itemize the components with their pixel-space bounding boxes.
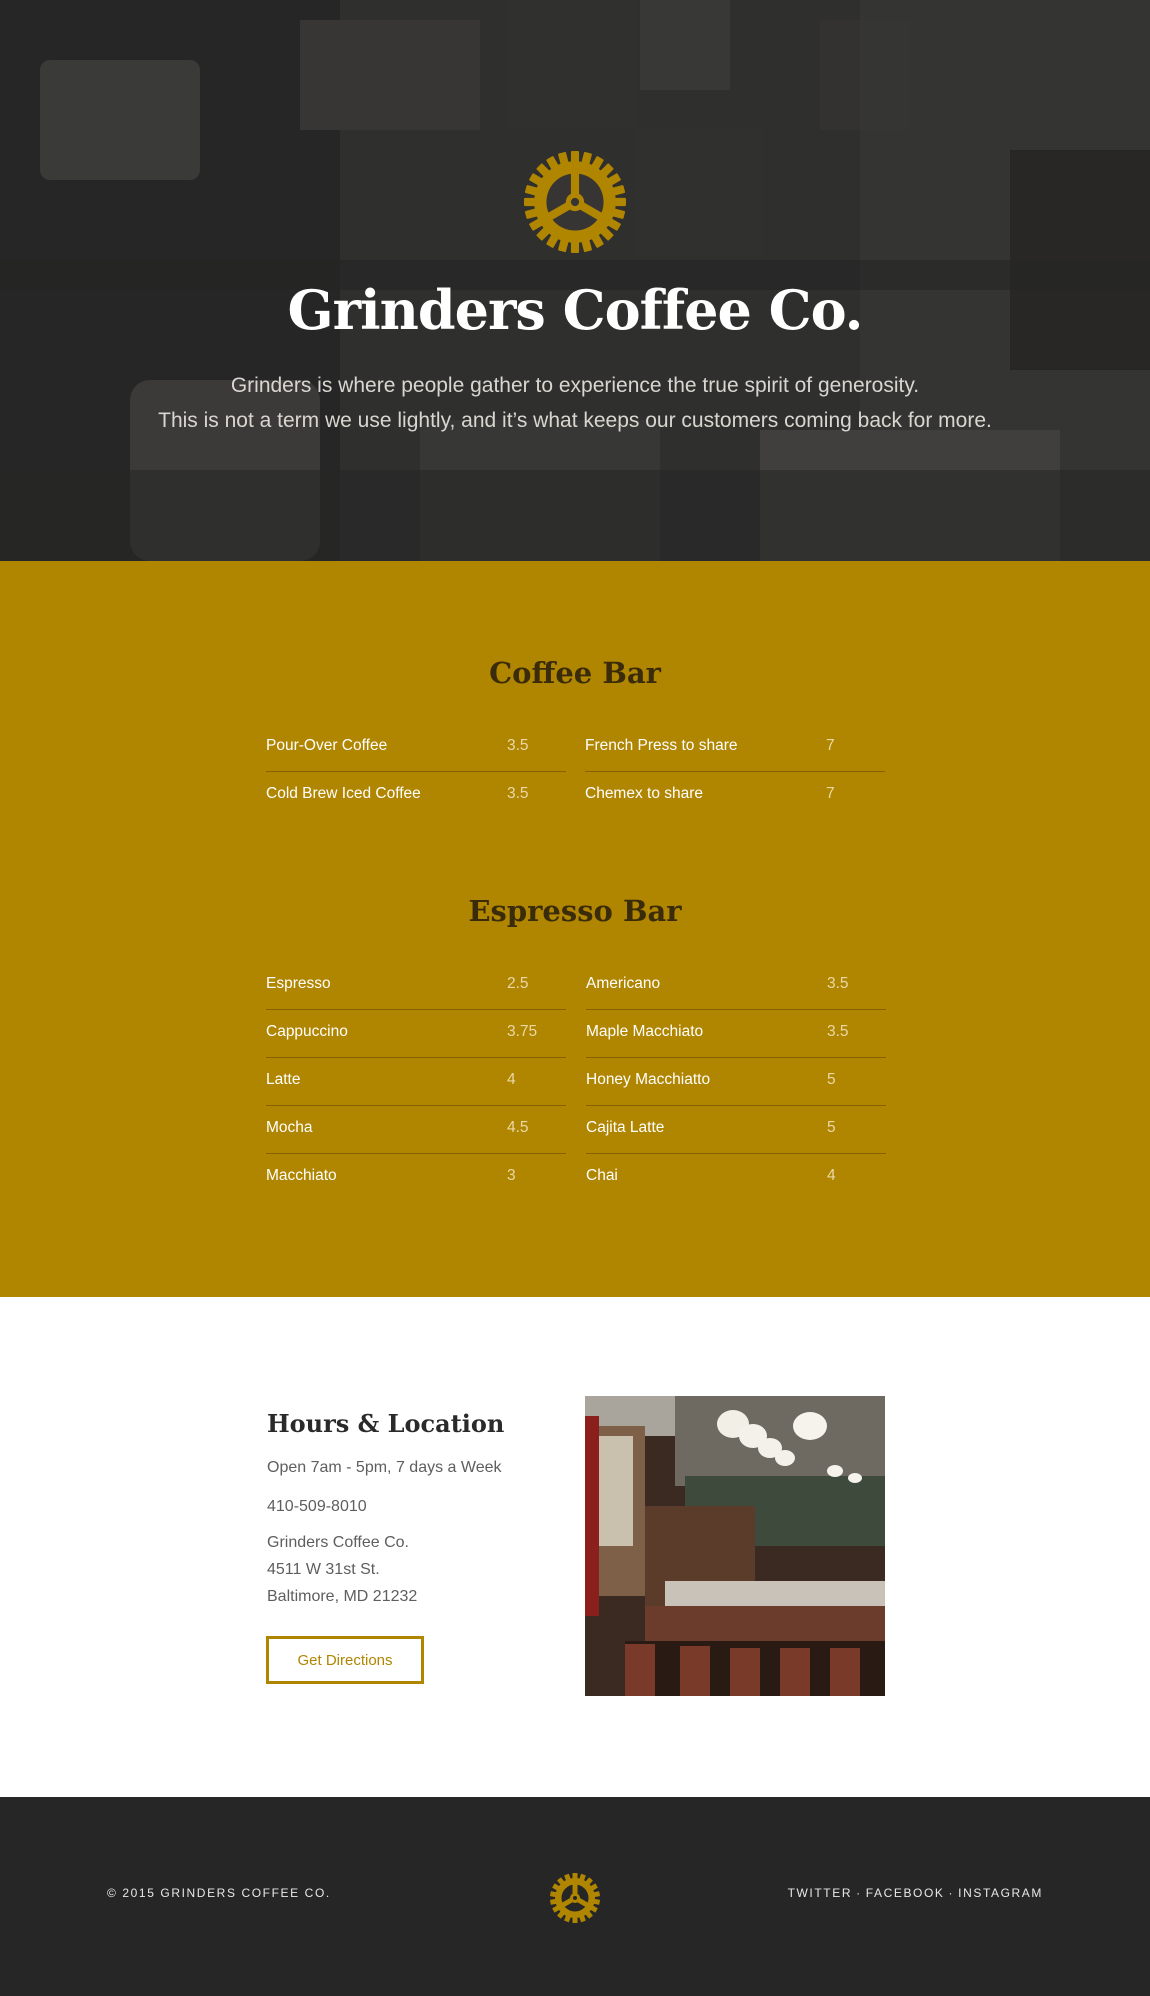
menu-item-name: French Press to share <box>585 737 738 754</box>
menu-section: Coffee Bar Pour-Over Coffee 3.5 Cold Bre… <box>0 561 1150 1297</box>
menu-item-name: Cold Brew Iced Coffee <box>266 785 421 802</box>
menu-item-price: 3 <box>507 1167 516 1184</box>
menu-item-price: 3.5 <box>507 785 529 802</box>
menu-item-price: 7 <box>826 737 835 754</box>
menu-item: Macchiato 3 <box>266 1154 566 1202</box>
gear-icon <box>550 1873 600 1923</box>
coffee-bar-left-column: Pour-Over Coffee 3.5 Cold Brew Iced Coff… <box>266 724 566 820</box>
menu-item: Honey Macchiatto 5 <box>586 1058 886 1106</box>
menu-item-name: Cappuccino <box>266 1023 348 1040</box>
instagram-link[interactable]: INSTAGRAM <box>958 1886 1043 1900</box>
menu-item: Cajita Latte 5 <box>586 1106 886 1154</box>
menu-item-name: Chemex to share <box>585 785 704 802</box>
copyright-text: © 2015 GRINDERS COFFEE CO. <box>107 1886 331 1900</box>
menu-item: Chemex to share 7 <box>585 772 885 820</box>
menu-item-price: 7 <box>826 785 835 802</box>
espresso-bar-right-column: Americano 3.5 Maple Macchiato 3.5 Honey … <box>586 962 886 1202</box>
menu-item: Chai 4 <box>586 1154 886 1202</box>
espresso-bar-heading: Espresso Bar <box>468 894 682 928</box>
menu-item-price: 3.5 <box>507 737 529 754</box>
menu-item-price: 5 <box>827 1119 836 1136</box>
gear-icon <box>524 151 626 253</box>
hours-heading: Hours & Location <box>267 1409 505 1438</box>
menu-item-price: 5 <box>827 1071 836 1088</box>
opening-hours: Open 7am - 5pm, 7 days a Week <box>267 1459 502 1476</box>
hero-section: Grinders Coffee Co. Grinders is where pe… <box>0 0 1150 561</box>
social-links: TWITTER · FACEBOOK · INSTAGRAM <box>788 1886 1043 1900</box>
menu-item-name: Cajita Latte <box>586 1119 665 1136</box>
site-footer: © 2015 GRINDERS COFFEE CO. TWITTER · FAC… <box>0 1797 1150 1996</box>
menu-item-name: Chai <box>586 1167 618 1184</box>
hero-description: Grinders is where people gather to exper… <box>0 368 1150 438</box>
link-separator: · <box>948 1886 955 1900</box>
menu-item-price: 4.5 <box>507 1119 529 1136</box>
menu-item-price: 3.5 <box>827 975 849 992</box>
hero-description-line-1: Grinders is where people gather to exper… <box>230 374 920 397</box>
menu-item: Mocha 4.5 <box>266 1106 566 1154</box>
menu-item-name: Pour-Over Coffee <box>266 737 388 754</box>
menu-item: Espresso 2.5 <box>266 962 566 1010</box>
menu-item-price: 4 <box>827 1167 836 1184</box>
menu-item-name: Americano <box>586 975 661 992</box>
menu-item-price: 4 <box>507 1071 516 1088</box>
link-separator: · <box>856 1886 862 1900</box>
menu-item: Cappuccino 3.75 <box>266 1010 566 1058</box>
menu-item-name: Macchiato <box>266 1167 337 1184</box>
get-directions-button[interactable]: Get Directions <box>266 1636 424 1684</box>
menu-item-name: Honey Macchiatto <box>586 1071 711 1088</box>
menu-item-price: 3.75 <box>507 1023 538 1040</box>
coffee-bar-right-column: French Press to share 7 Chemex to share … <box>585 724 885 820</box>
menu-item: Americano 3.5 <box>586 962 886 1010</box>
address-line: Grinders Coffee Co. <box>267 1534 409 1551</box>
espresso-bar-left-column: Espresso 2.5 Cappuccino 3.75 Latte 4 Moc… <box>266 962 566 1202</box>
menu-item: Maple Macchiato 3.5 <box>586 1010 886 1058</box>
coffee-bar-heading: Coffee Bar <box>489 656 661 690</box>
cafe-interior-photo <box>585 1396 885 1696</box>
address-line: Baltimore, MD 21232 <box>267 1588 418 1605</box>
twitter-link[interactable]: TWITTER <box>788 1886 853 1900</box>
menu-item-price: 2.5 <box>507 975 529 992</box>
menu-item-name: Mocha <box>266 1119 313 1136</box>
hero-description-line-2: This is not a term we use lightly, and i… <box>158 409 992 432</box>
menu-item: Latte 4 <box>266 1058 566 1106</box>
menu-item-name: Maple Macchiato <box>586 1023 704 1040</box>
facebook-link[interactable]: FACEBOOK <box>866 1886 945 1900</box>
address-line: 4511 W 31st St. <box>267 1561 380 1578</box>
menu-item-name: Latte <box>266 1071 301 1088</box>
menu-item: Cold Brew Iced Coffee 3.5 <box>266 772 566 820</box>
page-title: Grinders Coffee Co. <box>287 278 864 342</box>
menu-item: French Press to share 7 <box>585 724 885 772</box>
phone-number: 410-509-8010 <box>267 1498 367 1515</box>
hours-location-section: Hours & Location Open 7am - 5pm, 7 days … <box>0 1297 1150 1797</box>
menu-item-name: Espresso <box>266 975 331 992</box>
address: Grinders Coffee Co. 4511 W 31st St. Balt… <box>267 1529 417 1610</box>
menu-item: Pour-Over Coffee 3.5 <box>266 724 566 772</box>
menu-item-price: 3.5 <box>827 1023 849 1040</box>
